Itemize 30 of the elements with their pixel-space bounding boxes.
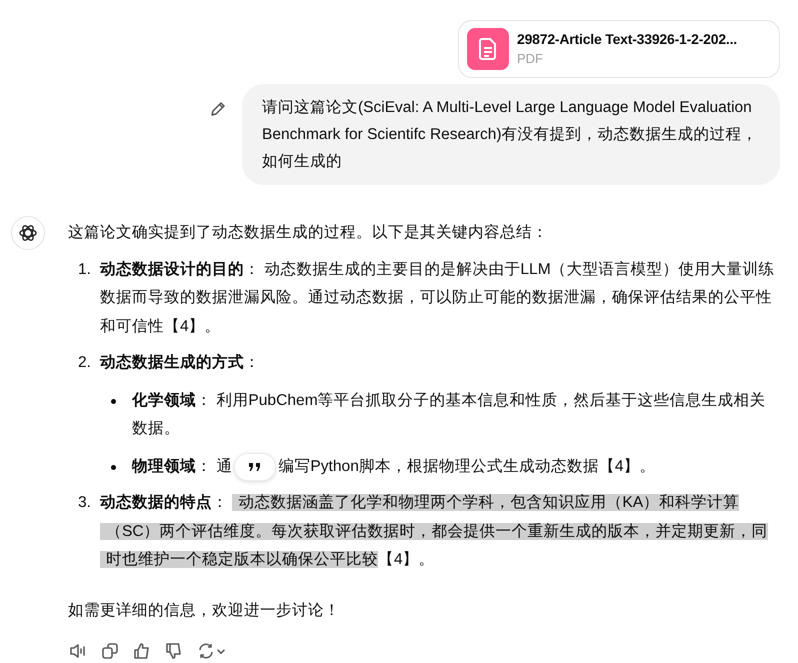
intro-text: 这篇论文确实提到了动态数据生成的过程。以下是其关键内容总结： <box>68 223 549 243</box>
list-item-text: 动态数据生成的方式： <box>100 352 261 373</box>
list-item-text: 化学领域： 利用PubChem等平台抓取分子的基本信息和性质，然后基于这些信息生成相关数据。 <box>132 390 767 439</box>
thumbs-up-button[interactable] <box>132 641 152 662</box>
attachment-card[interactable]: 29872-Article Text-33926-1-2-202... PDF <box>458 20 780 78</box>
document-icon <box>467 28 509 70</box>
regenerate-icon <box>196 641 216 662</box>
closing-text: 如需更详细的信息，欢迎进一步讨论！ <box>68 600 341 621</box>
list-item-text: 物理领域： 通 <box>132 458 232 475</box>
assistant-avatar-icon <box>11 216 45 250</box>
list-number: 2. <box>76 353 92 373</box>
list-item-text: 编写Python脚本，根据物理公式生成动态数据【4】。 <box>278 458 656 475</box>
file-name: 29872-Article Text-33926-1-2-202... <box>517 30 737 49</box>
list-item-text: 动态数据的特点： 动态数据涵盖了化学和物理两个学科，包含知识应用（KA）和科学计算（SC）两个评估维度。每次获取评估数据时，都会提供一个重新生成的版本，并定期更新，同时也维护一个稳定版本以确保公平比较【4】。 <box>100 492 769 570</box>
list-number: 1. <box>76 260 92 280</box>
caret-icon <box>217 648 225 654</box>
list-number: 3. <box>76 493 92 514</box>
quote-button[interactable] <box>234 452 276 480</box>
copy-icon <box>100 641 120 662</box>
user-message: 请问这篇论文(SciEval: A Multi-Level Large Language Model Evaluation Benchmark for Scientifc Research)有没有提到，动态数据生成的过程，如何生成的 <box>242 84 780 185</box>
file-type: PDF <box>517 50 544 68</box>
thumbs-down-button[interactable] <box>164 641 184 662</box>
bullet-icon <box>111 464 116 470</box>
bullet-icon <box>111 398 116 404</box>
list-item-text: 动态数据设计的目的： 动态数据生成的主要目的是解决由于LLM（大型语言模型）使用大量训练数据而导致的数据泄漏风险。通过动态数据，可以防止可能的数据泄漏，确保评估结果的公平性和可信性【4】。 <box>100 260 776 336</box>
thumbs-up-icon <box>132 641 152 662</box>
regenerate-button[interactable] <box>196 641 225 662</box>
copy-button[interactable] <box>100 641 120 662</box>
quote-icon <box>248 462 262 472</box>
thumbs-down-icon <box>164 641 184 662</box>
